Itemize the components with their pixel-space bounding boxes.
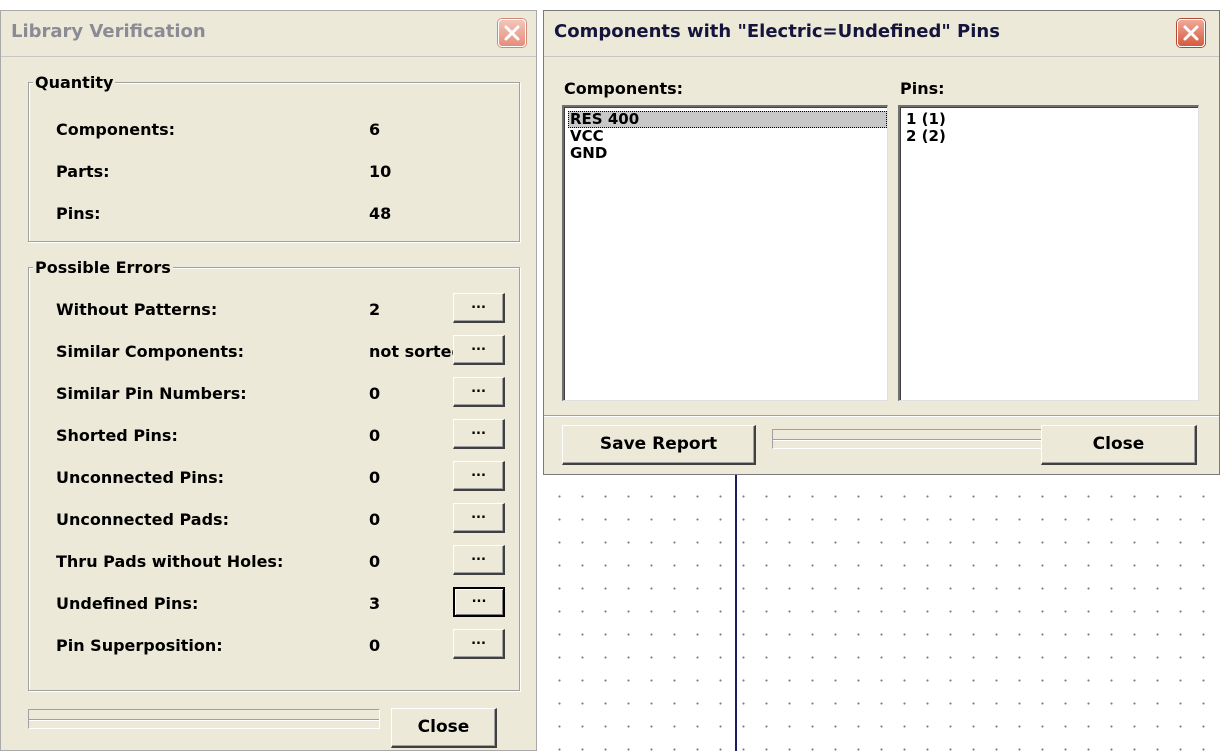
quantity-group: Quantity Components: 6 Parts: 10 Pins: 4…: [28, 73, 520, 242]
pins-count-label: Pins:: [56, 204, 101, 223]
components-count-value: 6: [369, 120, 381, 139]
error-label-similar-components: Similar Components:: [56, 342, 244, 361]
error-value-thru-pads-without-holes: 0: [369, 552, 381, 571]
close-icon[interactable]: [1177, 19, 1205, 47]
error-value-shorted-pins: 0: [369, 426, 381, 445]
error-value-similar-components: not sorted: [369, 342, 453, 361]
error-label-thru-pads-without-holes: Thru Pads without Holes:: [56, 552, 284, 571]
details-button-unconnected-pads[interactable]: ...: [453, 503, 505, 533]
schematic-wire: [735, 475, 737, 751]
dialog-title: Components with "Electric=Undefined" Pin…: [554, 21, 1000, 42]
pin-list-item[interactable]: 1 (1): [904, 111, 1198, 128]
components-count-label: Components:: [56, 120, 176, 139]
error-value-unconnected-pads: 0: [369, 510, 381, 529]
error-label-without-patterns: Without Patterns:: [56, 300, 218, 319]
possible-errors-group-label: Possible Errors: [33, 258, 173, 277]
parts-count-value: 10: [369, 162, 392, 181]
pins-list-label: Pins:: [900, 79, 945, 98]
details-button-similar-pin-numbers[interactable]: ...: [453, 377, 505, 407]
error-label-similar-pin-numbers: Similar Pin Numbers:: [56, 384, 247, 403]
dialog-divider: [544, 415, 1219, 417]
error-value-similar-pin-numbers: 0: [369, 384, 381, 403]
component-list-item[interactable]: GND: [568, 145, 887, 162]
error-value-without-patterns: 2: [369, 300, 381, 319]
component-list-item[interactable]: RES 400: [568, 111, 887, 128]
undefined-pins-close-button[interactable]: Close: [1041, 425, 1197, 465]
dialog-title: Library Verification: [11, 21, 206, 42]
error-label-shorted-pins: Shorted Pins:: [56, 426, 178, 445]
error-value-undefined-pins: 3: [369, 594, 381, 613]
report-progress-bar: [772, 429, 1042, 449]
undefined-pins-dialog: Components with "Electric=Undefined" Pin…: [543, 10, 1220, 475]
schematic-canvas[interactable]: [540, 475, 1220, 751]
component-list-item[interactable]: VCC: [568, 128, 887, 145]
dialog-titlebar[interactable]: Components with "Electric=Undefined" Pin…: [544, 11, 1219, 57]
error-value-pin-superposition: 0: [369, 636, 381, 655]
details-button-undefined-pins[interactable]: ...: [453, 587, 505, 617]
library-verification-dialog: Library Verification Quantity Components…: [0, 10, 537, 751]
quantity-group-label: Quantity: [33, 73, 116, 92]
close-icon[interactable]: [498, 19, 526, 47]
dialog-titlebar[interactable]: Library Verification: [1, 11, 536, 57]
error-label-pin-superposition: Pin Superposition:: [56, 636, 223, 655]
parts-count-label: Parts:: [56, 162, 110, 181]
error-label-undefined-pins: Undefined Pins:: [56, 594, 199, 613]
error-label-unconnected-pins: Unconnected Pins:: [56, 468, 225, 487]
details-button-shorted-pins[interactable]: ...: [453, 419, 505, 449]
details-button-thru-pads-without-holes[interactable]: ...: [453, 545, 505, 575]
pins-count-value: 48: [369, 204, 392, 223]
pins-listbox[interactable]: 1 (1) 2 (2): [898, 105, 1199, 401]
components-listbox[interactable]: RES 400 VCC GND: [562, 105, 888, 401]
details-button-pin-superposition[interactable]: ...: [453, 629, 505, 659]
details-button-without-patterns[interactable]: ...: [453, 293, 505, 323]
details-button-similar-components[interactable]: ...: [453, 335, 505, 365]
verification-close-button[interactable]: Close: [391, 708, 497, 748]
possible-errors-group: Possible Errors Without Patterns: 2 ... …: [28, 258, 520, 691]
components-list-label: Components:: [564, 79, 684, 98]
pin-list-item[interactable]: 2 (2): [904, 128, 1198, 145]
details-button-unconnected-pins[interactable]: ...: [453, 461, 505, 491]
error-label-unconnected-pads: Unconnected Pads:: [56, 510, 229, 529]
save-report-button[interactable]: Save Report: [562, 425, 756, 465]
verification-progress-bar: [28, 709, 380, 729]
error-value-unconnected-pins: 0: [369, 468, 381, 487]
